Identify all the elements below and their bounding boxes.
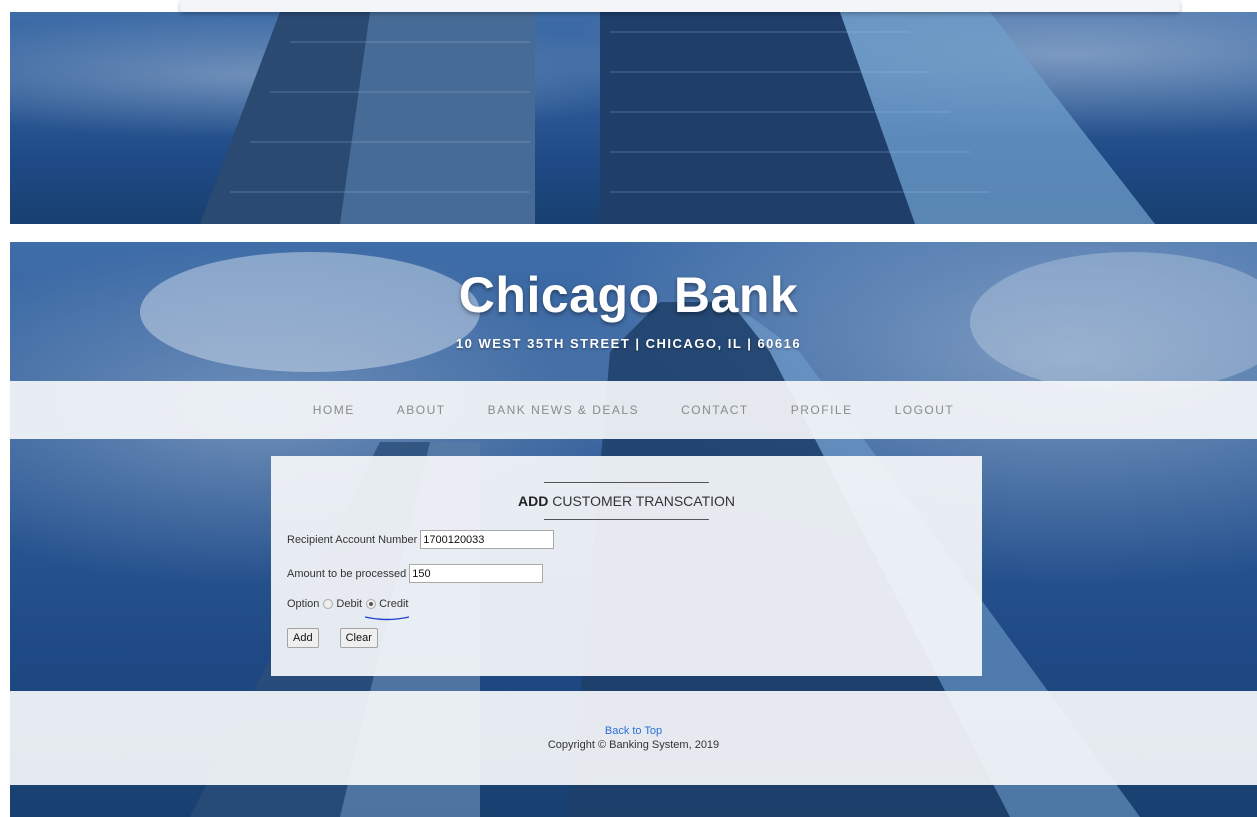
footer: Back to Top Copyright © Banking System, … [10, 691, 1257, 785]
credit-label: Credit [379, 598, 409, 610]
handwritten-underline-mark [364, 616, 410, 621]
option-row: Option Debit Credit [287, 598, 408, 610]
credit-radio[interactable] [366, 599, 377, 609]
add-button[interactable]: Add [287, 628, 319, 648]
form-heading-rest: CUSTOMER TRANSCATION [552, 493, 736, 509]
nav-contact[interactable]: CONTACT [681, 403, 749, 417]
nav-about[interactable]: ABOUT [397, 403, 446, 417]
nav-bank-news-deals[interactable]: BANK NEWS & DEALS [488, 403, 640, 417]
site-title: Chicago Bank [458, 267, 799, 323]
recipient-label: Recipient Account Number [287, 533, 418, 546]
main-nav: HOME ABOUT BANK NEWS & DEALS CONTACT PRO… [10, 381, 1257, 439]
form-heading-bold: ADD [517, 493, 549, 509]
action-row: Add Clear [287, 628, 378, 648]
debit-radio[interactable] [323, 599, 334, 609]
amount-row: Amount to be processed [287, 564, 544, 583]
form-heading: ADD CUSTOMER TRANSCATION [271, 493, 982, 509]
nav-logout[interactable]: LOGOUT [895, 403, 955, 417]
hero-image-top [10, 12, 1257, 224]
copyright-text: Copyright © Banking System, 2019 [547, 739, 720, 751]
top-bar-edge [180, 0, 1180, 12]
amount-input[interactable] [409, 564, 544, 583]
nav-home[interactable]: HOME [313, 403, 355, 417]
nav-profile[interactable]: PROFILE [791, 403, 853, 417]
heading-rule-top [544, 482, 709, 483]
add-transaction-card: ADD CUSTOMER TRANSCATION Recipient Accou… [271, 456, 982, 676]
back-to-top-link[interactable]: Back to Top [10, 725, 1257, 737]
debit-label: Debit [336, 598, 363, 610]
site-address: 10 WEST 35TH STREET | CHICAGO, IL | 6061… [455, 336, 802, 351]
amount-label: Amount to be processed [287, 567, 407, 580]
recipient-row: Recipient Account Number [287, 530, 555, 549]
option-label: Option [287, 598, 320, 610]
heading-rule-bottom [544, 519, 709, 520]
clear-button[interactable]: Clear [339, 628, 378, 648]
recipient-account-input[interactable] [420, 530, 555, 549]
